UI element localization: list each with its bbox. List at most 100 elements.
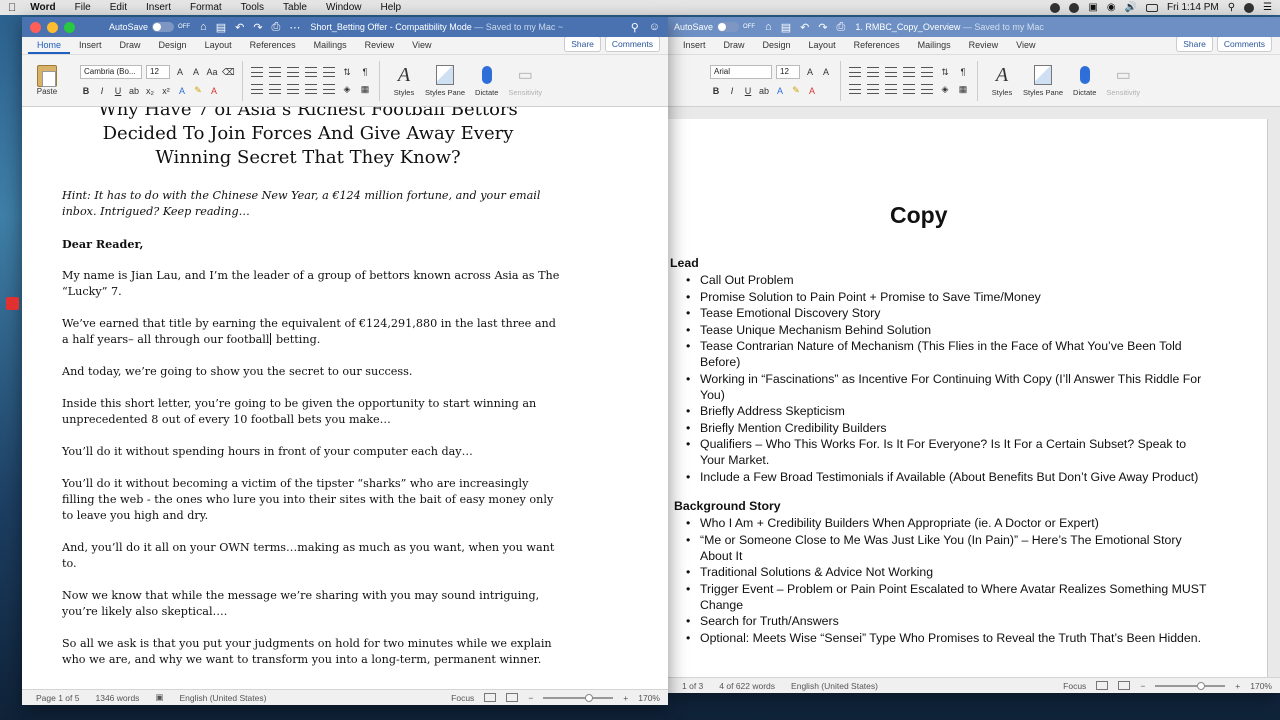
zoom-in-icon[interactable]: + [623,693,628,703]
font-name-select[interactable]: Cambria (Bo... [80,65,142,79]
align-left-icon[interactable] [849,83,861,94]
document-page[interactable]: Why Have 7 of Asia’s Richest Football Be… [22,107,652,668]
menu-edit[interactable]: Edit [110,2,127,13]
clock[interactable]: Fri 1:14 PM [1167,2,1219,13]
record-icon[interactable] [1050,2,1061,13]
print-icon[interactable]: ⎙ [272,21,281,34]
word-count[interactable]: 1346 words [95,693,139,703]
justify-icon[interactable] [903,83,915,94]
align-center-icon[interactable] [867,83,879,94]
print-layout-icon[interactable] [1096,681,1109,690]
redo-icon[interactable]: ↷ [253,21,262,34]
tab-layout[interactable]: Layout [800,40,845,54]
zoom-slider[interactable] [1155,681,1226,690]
web-layout-icon[interactable] [1118,681,1131,690]
text-effects-icon[interactable]: A [774,86,786,96]
dictate-button[interactable]: Dictate [1073,64,1096,97]
borders-icon[interactable]: ▦ [957,84,969,95]
tab-insert[interactable]: Insert [674,40,715,54]
font-color-icon[interactable]: A [806,86,818,96]
highlight-icon[interactable]: ✎ [192,85,204,96]
superscript-icon[interactable]: x² [160,86,172,96]
proofing-icon[interactable]: ▣ [155,692,163,703]
document-canvas[interactable]: Copy Lead Call Out Problem Promise Solut… [668,107,1280,677]
styles-pane-button[interactable]: Styles Pane [1023,64,1063,97]
language-indicator[interactable]: English (United States) [791,681,878,691]
shading-icon[interactable]: ◈ [341,84,353,95]
document-canvas[interactable]: Why Have 7 of Asia’s Richest Football Be… [22,107,668,689]
clear-formatting-icon[interactable]: ⌫ [222,67,235,78]
underline-icon[interactable]: U [742,86,754,96]
styles-button[interactable]: A Styles [991,64,1013,98]
zoom-level[interactable]: 170% [638,693,660,703]
print-icon[interactable]: ⎙ [837,21,846,34]
document-page[interactable]: Copy Lead Call Out Problem Promise Solut… [668,119,1268,677]
minimize-window-button[interactable] [47,21,58,33]
home-icon[interactable]: ⌂ [765,21,772,34]
shrink-font-icon[interactable]: A [820,67,832,77]
italic-icon[interactable]: I [726,86,738,96]
italic-icon[interactable]: I [96,86,108,96]
tab-view[interactable]: View [1007,40,1044,54]
shading-icon[interactable]: ◈ [939,84,951,95]
zoom-in-icon[interactable]: + [1235,681,1240,691]
menu-help[interactable]: Help [381,2,402,13]
align-right-icon[interactable] [287,83,299,94]
menu-insert[interactable]: Insert [146,2,171,13]
tab-references[interactable]: References [241,40,305,54]
volume-icon[interactable]: 🔊 [1125,2,1137,13]
print-layout-icon[interactable] [484,693,497,702]
zoom-out-icon[interactable]: − [528,693,533,703]
zoom-level[interactable]: 170% [1250,681,1272,691]
undo-icon[interactable]: ↶ [800,21,809,34]
pilcrow-icon[interactable]: ¶ [957,67,969,78]
recording-stop-button[interactable] [6,297,19,310]
tab-design[interactable]: Design [150,40,196,54]
tab-view[interactable]: View [403,40,440,54]
bullets-icon[interactable] [251,66,263,77]
font-name-select[interactable]: Arial [710,65,772,79]
grow-font-icon[interactable]: A [174,67,186,77]
account-icon[interactable]: ☺ [649,21,660,34]
align-right-icon[interactable] [885,83,897,94]
web-layout-icon[interactable] [506,693,519,702]
styles-button[interactable]: A Styles [393,64,415,98]
sensitivity-button[interactable]: ▭ Sensitivity [1106,64,1140,97]
sort-icon[interactable]: ⇅ [341,67,353,78]
zoom-out-icon[interactable]: − [1140,681,1145,691]
autosave-control[interactable]: AutoSave OFF [109,22,190,32]
page-count[interactable]: 1 of 3 [682,681,703,691]
wifi-icon[interactable]: ◉ [1107,2,1116,13]
zoom-slider-thumb[interactable] [1197,681,1206,690]
menu-window[interactable]: Window [326,2,362,13]
decrease-indent-icon[interactable] [903,66,915,77]
undo-icon[interactable]: ↶ [235,21,244,34]
comments-button[interactable]: Comments [1216,36,1272,52]
menu-format[interactable]: Format [190,2,222,13]
close-window-button[interactable] [30,21,41,33]
bold-icon[interactable]: B [710,86,722,96]
menu-table[interactable]: Table [283,2,307,13]
font-color-icon[interactable]: A [208,86,220,96]
increase-indent-icon[interactable] [921,66,933,77]
comments-button[interactable]: Comments [604,36,660,52]
font-size-select[interactable]: 12 [146,65,170,79]
sort-icon[interactable]: ⇅ [939,67,951,78]
language-indicator[interactable]: English (United States) [179,693,266,703]
save-icon[interactable]: ▤ [216,21,226,34]
multilevel-list-icon[interactable] [287,66,299,77]
pilcrow-icon[interactable]: ¶ [359,67,371,78]
control-center-icon[interactable]: ☰ [1263,2,1272,13]
focus-button[interactable]: Focus [1063,681,1086,691]
font-size-select[interactable]: 12 [776,65,800,79]
borders-icon[interactable]: ▦ [359,84,371,95]
page-count[interactable]: Page 1 of 5 [36,693,79,703]
tab-home[interactable]: Home [28,40,71,54]
styles-pane-button[interactable]: Styles Pane [425,64,465,97]
menu-tools[interactable]: Tools [241,2,264,13]
justify-icon[interactable] [305,83,317,94]
tab-draw[interactable]: Draw [111,40,150,54]
battery-icon[interactable] [1146,3,1159,12]
zoom-slider[interactable] [543,693,614,702]
save-icon[interactable]: ▤ [781,21,791,34]
